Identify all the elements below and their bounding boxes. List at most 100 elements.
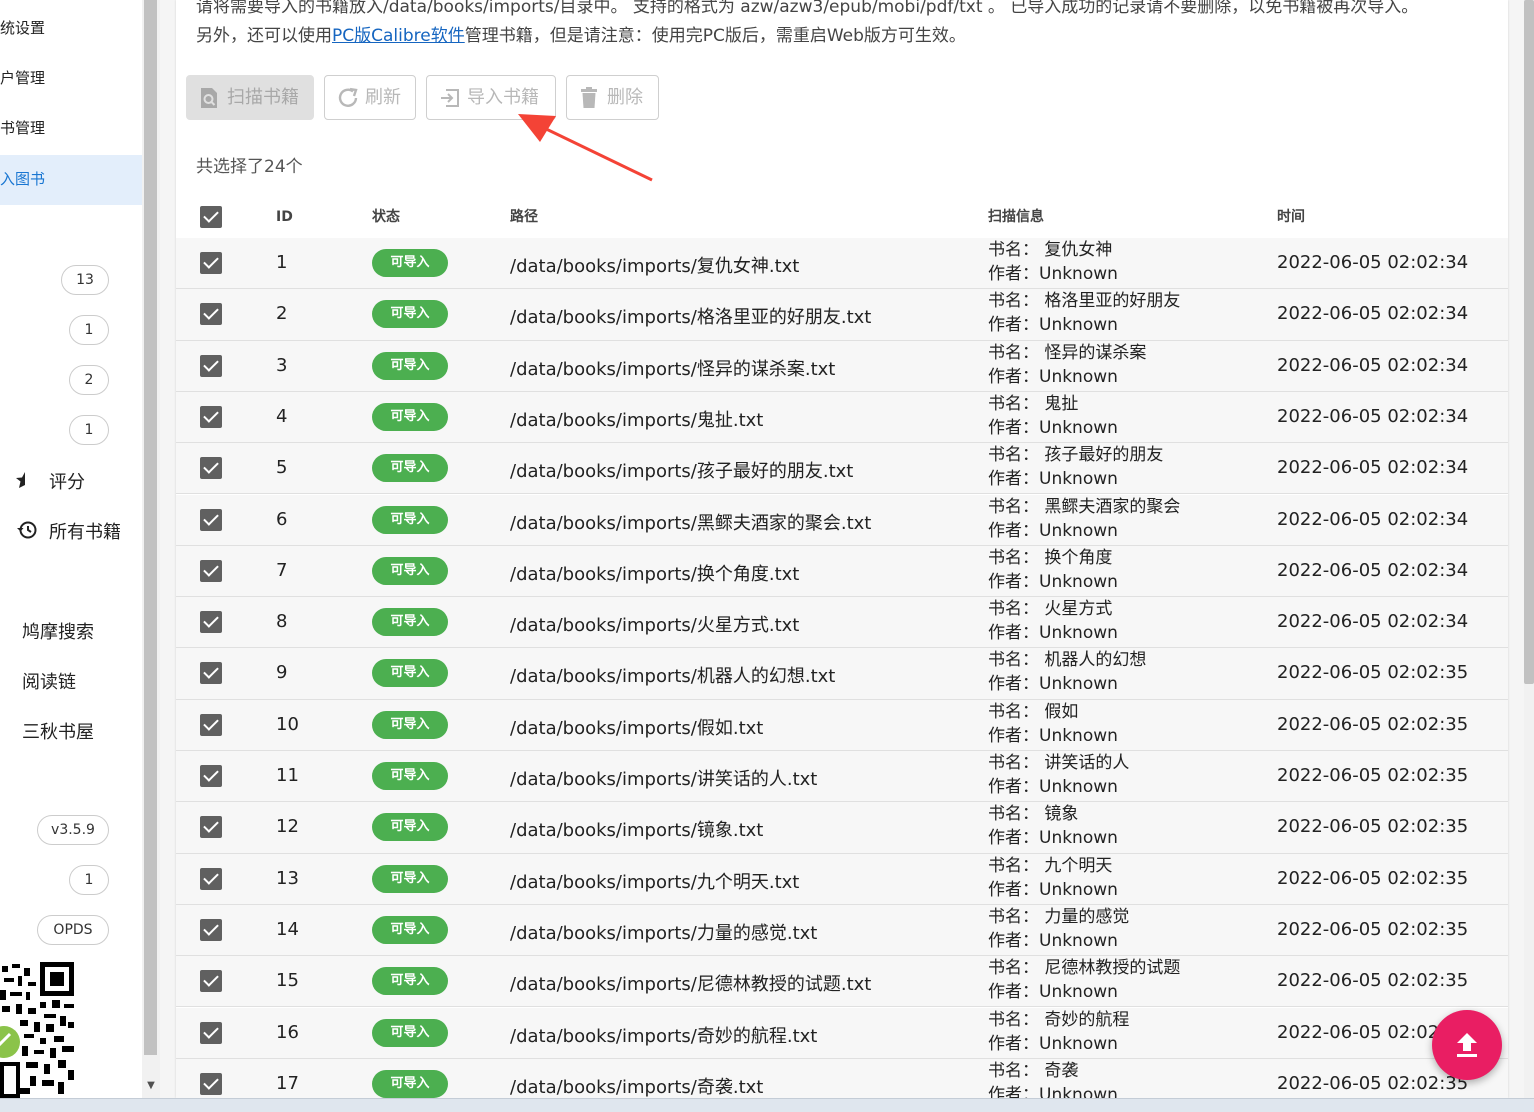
row-checkbox[interactable] xyxy=(200,611,222,634)
scroll-down-arrow-icon[interactable]: ▼ xyxy=(145,1080,157,1094)
row-checkbox[interactable] xyxy=(200,303,222,326)
row-checkbox[interactable] xyxy=(200,765,222,787)
table-row[interactable]: 17 可导入/data/books/imports/奇袭.txt 书名： 奇袭 作者：… xyxy=(176,1058,1508,1098)
row-id: 8 xyxy=(276,611,288,633)
row-checkbox[interactable] xyxy=(200,662,222,685)
table-row[interactable]: 5 可导入/data/books/imports/孩子最好的朋友.txt 书名： 孩… xyxy=(176,443,1508,495)
count-chip[interactable]: 2 xyxy=(69,365,109,395)
column-header-status[interactable]: 状态 xyxy=(372,196,400,238)
os-taskbar xyxy=(0,1098,1534,1112)
table-row[interactable]: 4 可导入/data/books/imports/鬼扯.txt 书名： 鬼扯 作者：U… xyxy=(176,391,1508,444)
link-jiumo-search[interactable]: 鸠摩搜索 xyxy=(22,618,94,644)
row-checkbox[interactable] xyxy=(200,559,222,582)
row-checkbox[interactable] xyxy=(200,713,222,736)
row-time: 2022-06-05 02:02:35 xyxy=(1277,918,1469,940)
sidebar-item-user-management[interactable]: 户管理 xyxy=(0,53,142,103)
version-chip[interactable]: v3.5.9 xyxy=(37,815,109,845)
link-sanqiu-bookhouse[interactable]: 三秋书屋 xyxy=(22,718,94,744)
table-row[interactable]: 3 可导入/data/books/imports/怪异的谋杀案.txt 书名： 怪异… xyxy=(176,340,1508,392)
scan-info: 书名： 机器人的幻想 作者：Unknown xyxy=(988,648,1146,696)
scan-author-line: 作者：Unknown xyxy=(988,980,1180,1004)
row-checkbox[interactable] xyxy=(200,252,222,274)
row-id: 13 xyxy=(276,867,299,889)
scan-title-line: 书名： 复仇女神 xyxy=(988,238,1118,262)
table-row[interactable]: 2 可导入/data/books/imports/格洛里亚的好朋友.txt 书名： … xyxy=(176,289,1508,341)
scan-title-line: 书名： 尼德林教授的试题 xyxy=(988,956,1180,980)
column-header-time[interactable]: 时间 xyxy=(1277,196,1305,238)
scan-author-line: 作者：Unknown xyxy=(988,826,1118,850)
table-row[interactable]: 11 可导入/data/books/imports/讲笑话的人.txt 书名： 讲笑… xyxy=(176,751,1508,803)
sidebar-scrollbar-thumb[interactable] xyxy=(144,0,157,1055)
row-checkbox[interactable] xyxy=(200,867,222,890)
import-books-card: 请将需要导入的书籍放入/data/books/imports/目录中。 支持的格… xyxy=(176,0,1508,1098)
table-row[interactable]: 13 可导入/data/books/imports/九个明天.txt 书名： 九个明… xyxy=(176,853,1508,905)
select-all-checkbox[interactable] xyxy=(200,206,222,228)
author-prefix: 作者： xyxy=(988,417,1039,438)
row-checkbox[interactable] xyxy=(200,970,222,993)
scan-author-line: 作者：Unknown xyxy=(988,1083,1118,1098)
column-header-path[interactable]: 路径 xyxy=(510,196,538,238)
table-row[interactable]: 9 可导入/data/books/imports/机器人的幻想.txt 书名： 机器… xyxy=(176,648,1508,700)
author-prefix: 作者： xyxy=(988,264,1039,284)
notice-line-1: 请将需要导入的书籍放入/data/books/imports/目录中。 支持的格… xyxy=(196,0,1419,17)
table-row[interactable]: 7 可导入/data/books/imports/换个角度.txt 书名： 换个角度… xyxy=(176,545,1508,598)
count-chip[interactable]: 1 xyxy=(69,415,109,445)
notice-text: 另外，还可以使用 xyxy=(196,26,332,46)
scan-author: Unknown xyxy=(1039,469,1118,490)
table-row[interactable]: 6 可导入/data/books/imports/黑鳏夫酒家的聚会.txt 书名： … xyxy=(176,494,1508,546)
opds-chip[interactable]: OPDS xyxy=(37,915,109,945)
row-checkbox[interactable] xyxy=(200,508,222,531)
count-chip[interactable]: 1 xyxy=(69,865,109,895)
calibre-pc-link[interactable]: PC版Calibre软件 xyxy=(332,26,465,46)
table-row[interactable]: 8 可导入/data/books/imports/火星方式.txt 书名： 火星方式… xyxy=(176,597,1508,649)
upload-fab-button[interactable] xyxy=(1432,1010,1502,1080)
table-row[interactable]: 12 可导入/data/books/imports/镜象.txt 书名： 镜象 作者：… xyxy=(176,802,1508,854)
row-checkbox[interactable] xyxy=(200,405,222,428)
row-time: 2022-06-05 02:02:34 xyxy=(1277,354,1469,376)
table-row[interactable]: 10 可导入/data/books/imports/假如.txt 书名： 假如 作者：… xyxy=(176,699,1508,751)
scan-info: 书名： 黑鳏夫酒家的聚会 作者：Unknown xyxy=(988,495,1180,543)
sidebar-item-all-books[interactable]: 所有书籍 xyxy=(0,512,142,548)
sidebar-item-book-management[interactable]: 书管理 xyxy=(0,103,142,153)
table-row[interactable]: 14 可导入/data/books/imports/力量的感觉.txt 书名： 力量… xyxy=(176,904,1508,957)
sidebar-item-rating[interactable]: 评分 xyxy=(0,462,142,498)
scan-author: Unknown xyxy=(1039,982,1118,1003)
title-prefix: 书名： xyxy=(988,906,1039,927)
scan-title-line: 书名： 奇袭 xyxy=(988,1059,1118,1083)
row-checkbox[interactable] xyxy=(200,457,222,480)
search-file-icon xyxy=(199,76,219,124)
count-chip[interactable]: 1 xyxy=(69,315,109,345)
scan-author-line: 作者：Unknown xyxy=(988,775,1129,799)
star-half-icon xyxy=(16,472,25,488)
column-header-scan-info[interactable]: 扫描信息 xyxy=(988,196,1044,238)
row-checkbox[interactable] xyxy=(200,918,222,941)
scan-info: 书名： 力量的感觉 作者：Unknown xyxy=(988,905,1129,953)
sidebar-item-label: 入图书 xyxy=(0,170,46,188)
scan-author-line: 作者：Unknown xyxy=(988,365,1146,389)
row-checkbox[interactable] xyxy=(200,354,222,377)
column-header-id[interactable]: ID xyxy=(276,196,293,238)
sidebar: 统设置 户管理 书管理 入图书 13 1 2 1 评分 所有书籍 鸠摩搜索 阅读… xyxy=(0,0,142,1098)
count-chip[interactable]: 13 xyxy=(61,265,109,295)
page-scrollbar-thumb[interactable] xyxy=(1524,0,1534,684)
scan-author-line: 作者：Unknown xyxy=(988,621,1118,645)
scan-author: Unknown xyxy=(1039,520,1118,541)
sidebar-item-import-books[interactable]: 入图书 xyxy=(0,155,142,205)
table-row[interactable]: 1 可导入/data/books/imports/复仇女神.txt 书名： 复仇女神… xyxy=(176,238,1508,290)
row-time: 2022-06-05 02:02:34 xyxy=(1277,611,1469,633)
status-badge: 可导入 xyxy=(372,556,448,585)
import-icon xyxy=(439,76,461,124)
scan-author: Unknown xyxy=(1039,264,1118,284)
sidebar-item-system-settings[interactable]: 统设置 xyxy=(0,3,142,53)
status-badge: 可导入 xyxy=(372,249,448,277)
table-row[interactable]: 15 可导入/data/books/imports/尼德林教授的试题.txt 书名：… xyxy=(176,956,1508,1008)
link-reading-chain[interactable]: 阅读链 xyxy=(22,668,76,694)
row-checkbox[interactable] xyxy=(200,1021,222,1044)
refresh-button[interactable]: 刷新 xyxy=(324,75,416,120)
row-checkbox[interactable] xyxy=(200,816,222,839)
row-checkbox[interactable] xyxy=(200,1072,222,1095)
scan-title-line: 书名： 九个明天 xyxy=(988,854,1118,878)
table-row[interactable]: 16 可导入/data/books/imports/奇妙的航程.txt 书名： 奇妙… xyxy=(176,1007,1508,1059)
scan-books-button[interactable]: 扫描书籍 xyxy=(186,75,314,120)
title-prefix: 书名： xyxy=(988,804,1039,825)
